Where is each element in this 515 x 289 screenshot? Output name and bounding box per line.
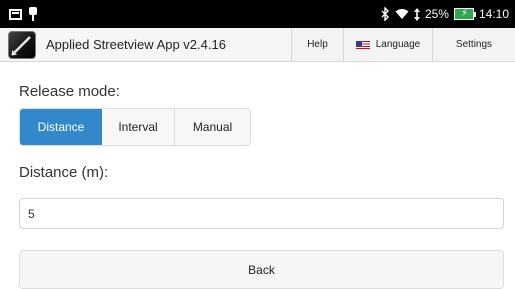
app-title: Applied Streetview App v2.4.16: [46, 37, 226, 52]
location-pin-icon: [29, 7, 37, 21]
release-mode-manual-button[interactable]: Manual: [175, 109, 250, 145]
distance-input-value: 5: [28, 206, 35, 221]
distance-label: Distance (m):: [19, 164, 109, 181]
data-transfer-icon: [413, 7, 420, 21]
language-button[interactable]: Language: [343, 28, 432, 61]
language-button-label: Language: [375, 39, 421, 50]
release-mode-distance-button[interactable]: Distance: [20, 109, 102, 145]
app-header: Applied Streetview App v2.4.16 Help Lang…: [0, 28, 515, 62]
us-flag-icon: [355, 40, 370, 49]
release-mode-segmented-control: Distance Interval Manual: [19, 108, 251, 146]
settings-button-label: Settings: [455, 39, 493, 50]
bluetooth-icon: [381, 7, 389, 21]
distance-input[interactable]: 5: [19, 198, 504, 229]
wifi-icon: [395, 9, 409, 19]
app-screen: 25% ⚡ 14:10 Applied Streetview App v2.4.…: [0, 0, 515, 289]
back-button[interactable]: Back: [19, 250, 504, 289]
status-bar-right: 25% ⚡ 14:10: [381, 6, 509, 22]
status-bar-left: [9, 7, 37, 21]
release-mode-interval-button[interactable]: Interval: [102, 109, 175, 145]
back-button-label: Back: [248, 262, 275, 277]
help-button-label: Help: [307, 39, 328, 50]
battery-percent: 25%: [424, 7, 449, 21]
app-logo-icon: [8, 31, 36, 59]
battery-charging-icon: ⚡: [453, 8, 476, 20]
clock: 14:10: [478, 7, 509, 21]
notification-icon: [9, 8, 22, 20]
release-mode-label: Release mode:: [19, 83, 120, 100]
help-button[interactable]: Help: [291, 28, 343, 61]
status-bar: 25% ⚡ 14:10: [0, 0, 515, 28]
settings-button[interactable]: Settings: [432, 28, 515, 61]
